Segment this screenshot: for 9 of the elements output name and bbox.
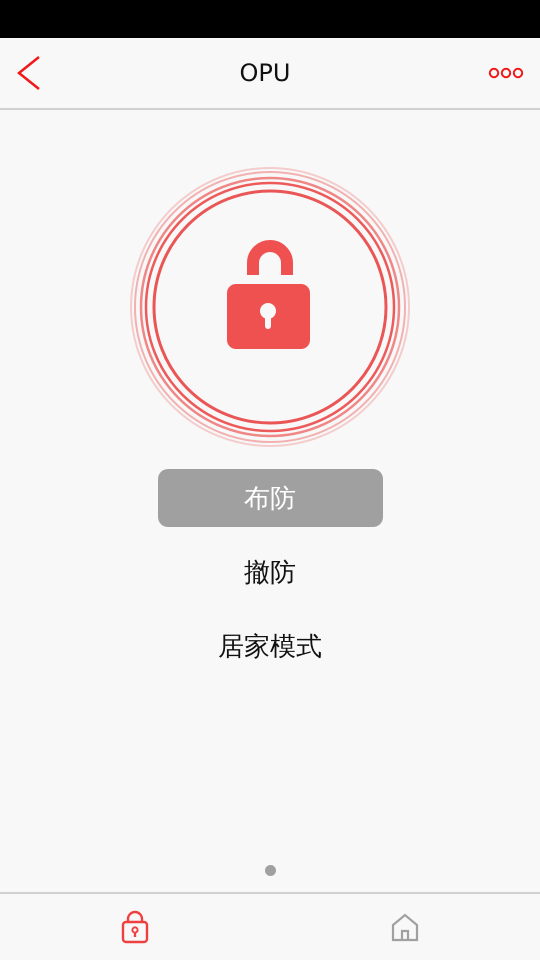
padlock-icon	[121, 910, 149, 944]
mode-option[interactable]: 撤防	[158, 543, 382, 601]
more-button[interactable]	[488, 67, 524, 79]
mode-option[interactable]: 居家模式	[158, 617, 382, 675]
back-button[interactable]	[16, 55, 42, 91]
house-icon	[390, 912, 420, 942]
back-icon	[16, 55, 42, 91]
page-title: OPU	[240, 59, 290, 87]
more-icon	[488, 67, 524, 79]
